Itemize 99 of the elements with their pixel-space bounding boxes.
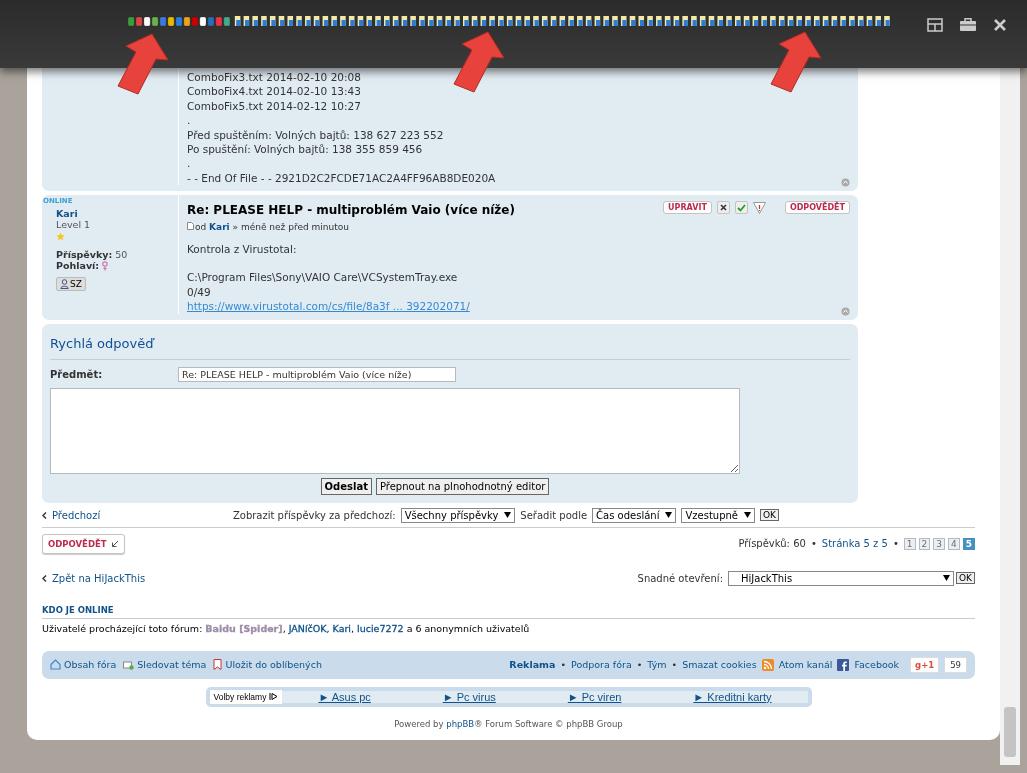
briefcase-icon[interactable] xyxy=(959,18,977,32)
user-link[interactable]: lucie7272 xyxy=(357,622,404,634)
posts-count: 50 xyxy=(115,249,128,261)
footer-link[interactable]: Sledovat téma xyxy=(123,659,207,671)
full-editor-button[interactable]: Přepnout na plnohodnotný editor xyxy=(375,477,550,495)
facebook-icon xyxy=(837,658,850,671)
quote-button[interactable]: ODPOVĚDĚT xyxy=(784,201,850,215)
post-text-line: C:\Program Files\Sony\VAIO Care\VCSystemTray.exe xyxy=(187,270,458,285)
bullet-separator: • xyxy=(892,538,899,550)
author-link[interactable]: Kari xyxy=(56,208,78,220)
page-link[interactable]: Stránka 5 z 5 xyxy=(821,538,888,550)
post-text-line: Kontrola z Virustotal: xyxy=(187,242,297,257)
footer-link[interactable]: Podpora fóra xyxy=(571,659,632,671)
online-heading: KDO JE ONLINE xyxy=(42,604,975,619)
gender-label: Pohlaví: xyxy=(56,260,100,272)
online-users-text: Uživatelé procházející toto fórum: Baidu [Spider], JANíčOK, Kari, lucie7272 a 6 anonymních uživatelů xyxy=(42,622,531,634)
report-icon[interactable] xyxy=(752,201,766,214)
plus-one-button[interactable]: g+1 xyxy=(910,656,940,673)
post-text-line: ComboFix3.txt 2014-02-10 20:08 xyxy=(187,70,361,85)
ad-link[interactable]: ► Pc viren xyxy=(567,690,622,703)
message-field[interactable] xyxy=(50,387,740,474)
post-text-line: 0/49 xyxy=(187,284,211,300)
post-count: Příspěvků: 60 xyxy=(738,538,806,550)
page-number[interactable]: 2 xyxy=(918,537,931,550)
quick-reply-title: Rychlá odpověď xyxy=(50,335,850,360)
share-count: 59 xyxy=(944,656,967,673)
envelope-icon xyxy=(123,659,135,670)
back-link[interactable]: Zpět na HiJackThis xyxy=(52,572,146,584)
posts-label: Příspěvky: xyxy=(56,249,113,261)
user-link[interactable]: JANíčOK xyxy=(288,622,327,634)
female-icon xyxy=(102,260,109,271)
caret-icon xyxy=(943,575,950,582)
go-button[interactable]: OK xyxy=(760,509,779,522)
post-meta-text: od Kari » méně než před minutou xyxy=(195,221,349,232)
bullet-separator: • xyxy=(560,659,567,671)
bullet-separator: • xyxy=(810,538,817,550)
subject-label: Předmět: xyxy=(50,368,104,380)
post-title: Re: PLEASE HELP - multiproblém Vaio (více níže) xyxy=(187,203,515,218)
subject-field[interactable]: Re: PLEASE HELP - multiproblém Vaio (více níže) xyxy=(178,366,456,382)
display-select[interactable]: Všechny příspěvky xyxy=(400,507,516,523)
caret-icon xyxy=(744,512,751,519)
post-text-line: ComboFix4.txt 2014-02-10 13:43 xyxy=(187,84,361,99)
bullet-separator: • xyxy=(671,659,678,671)
arrow-icon xyxy=(110,539,119,548)
post-icon xyxy=(187,221,194,230)
post-text-line: Před spuštěním: Volných bajtů: 138 627 223 552 xyxy=(187,127,444,143)
go-button[interactable]: OK xyxy=(956,572,975,585)
phpbb-link[interactable]: phpBB xyxy=(446,718,475,729)
contact-button[interactable]: SZ xyxy=(56,277,86,292)
ad-link[interactable]: ► Asus pc xyxy=(318,690,371,703)
footer-link[interactable]: Smazat cookies xyxy=(682,659,757,671)
close-icon[interactable] xyxy=(993,18,1007,32)
user-link[interactable]: Kari xyxy=(332,622,351,634)
footer-link[interactable]: Atom kanál xyxy=(778,659,833,671)
home-icon xyxy=(50,659,61,671)
footer-link[interactable]: Reklama xyxy=(509,659,556,671)
previous-link[interactable]: Předchozí xyxy=(52,509,101,521)
ad-choices-button[interactable]: Volby reklamy xyxy=(209,689,283,704)
post-text-line: - - End Of File - - 2921D2C2FCDE71AC2A4FF96AB8DE020A xyxy=(187,170,496,186)
footer-link[interactable]: Facebook xyxy=(854,659,900,671)
ad-link[interactable]: ► Kreditni karty xyxy=(693,690,772,703)
post-text-line: . xyxy=(187,156,191,171)
cross-icon xyxy=(719,204,727,212)
post-text-line: ComboFix5.txt 2014-02-12 10:27 xyxy=(187,98,361,114)
caret-icon xyxy=(504,512,512,519)
page-number[interactable]: 4 xyxy=(948,537,960,550)
chevron-left-icon xyxy=(42,511,47,519)
play-icon xyxy=(269,692,279,702)
caret-icon xyxy=(665,512,673,519)
post-text-line: . xyxy=(187,113,191,128)
sort-label: Seřadit podle xyxy=(520,509,588,521)
layout-icon[interactable] xyxy=(927,18,943,32)
reply-button[interactable]: ODPOVĚDĚT xyxy=(42,533,125,554)
check-icon xyxy=(736,203,746,212)
delete-button[interactable] xyxy=(716,201,730,215)
rank-star-icon xyxy=(56,232,65,242)
author-link[interactable]: Kari xyxy=(209,221,230,232)
bookmark-icon xyxy=(213,659,223,671)
sort-select[interactable]: Čas odeslání xyxy=(592,507,677,523)
page-number[interactable]: 1 xyxy=(903,537,916,550)
order-select[interactable]: Vzestupně xyxy=(681,507,755,523)
ad-link[interactable]: ► Pc virus xyxy=(442,690,496,703)
post-text-line: Po spuštění: Volných bajtů: 138 355 859 456 xyxy=(187,142,423,157)
footer-link[interactable]: Tým xyxy=(647,659,667,671)
scrollbar-thumb[interactable] xyxy=(1004,707,1016,757)
display-label: Zobrazit příspěvky za předchozí: xyxy=(232,509,396,521)
rank-text: Level 1 xyxy=(56,219,91,231)
person-icon xyxy=(60,279,69,290)
page-number[interactable]: 3 xyxy=(933,537,945,550)
powered-by-text: Powered by phpBB® Forum Software © phpBB Group xyxy=(393,718,624,729)
forum-select[interactable]: HiJackThis xyxy=(728,570,954,586)
chevron-left-icon xyxy=(42,574,47,582)
jump-label: Snadné otevření: xyxy=(637,572,723,584)
bullet-separator: • xyxy=(636,659,643,671)
rss-icon xyxy=(761,658,774,671)
footer-link[interactable]: Obsah fóra xyxy=(50,659,117,671)
footer-link[interactable]: Uložit do oblíbených xyxy=(213,659,322,671)
edit-button[interactable]: UPRAVIT xyxy=(663,201,712,215)
submit-button[interactable]: Odeslat xyxy=(320,477,372,495)
